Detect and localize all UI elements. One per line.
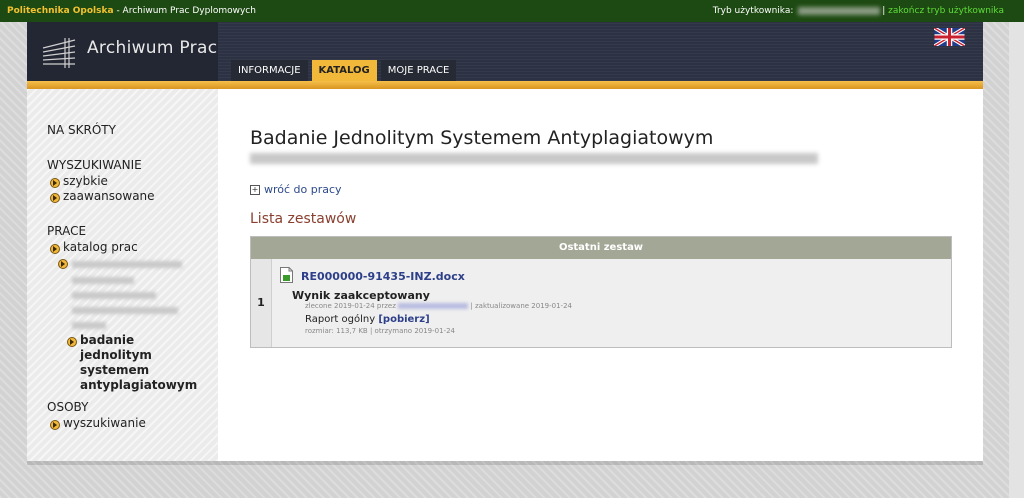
tab-katalog[interactable]: KATALOG xyxy=(311,60,377,81)
bullet-icon xyxy=(58,259,68,269)
table-row: RE000000-91435-INZ.docx Wynik zaakceptow… xyxy=(272,259,951,347)
sidebar-item-szybkie[interactable]: szybkie xyxy=(63,174,108,188)
sidebar-item-katalog-prac[interactable]: katalog prac xyxy=(63,240,138,254)
back-to-work-link[interactable]: + wróć do pracy xyxy=(250,183,342,196)
download-link[interactable]: [pobierz] xyxy=(378,314,429,325)
row-number: 1 xyxy=(251,259,272,347)
sidebar-item-zaawansowane[interactable]: zaawansowane xyxy=(63,189,155,203)
file-link[interactable]: RE000000-91435-INZ.docx xyxy=(301,270,465,283)
accent-strip xyxy=(27,81,983,89)
end-user-mode-link[interactable]: zakończ tryb użytkownika xyxy=(888,6,1004,16)
logo-text: Archiwum Prac xyxy=(87,38,218,58)
updated-text: | zaktualizowane 2019-01-24 xyxy=(470,302,572,310)
sidebar-shortcuts[interactable]: NA SKRÓTY xyxy=(47,123,116,137)
brand-name[interactable]: Politechnika Opolska xyxy=(7,6,114,16)
report-label: Raport ogólny xyxy=(305,314,376,325)
top-bar: Politechnika Opolska - Archiwum Prac Dyp… xyxy=(0,0,1024,22)
result-status: Wynik zaakceptowany xyxy=(292,289,430,302)
sidebar: NA SKRÓTY WYSZUKIWANIE szybkie zaawansow… xyxy=(27,89,218,461)
user-mode-label: Tryb użytkownika: xyxy=(712,6,794,16)
blurred-user xyxy=(398,303,469,309)
bullet-icon xyxy=(50,193,60,203)
page-scrollbar[interactable] xyxy=(1009,22,1024,498)
back-link-label: wróć do pracy xyxy=(264,183,342,196)
panel-shadow xyxy=(27,461,983,465)
bullet-icon xyxy=(50,244,60,254)
sidebar-item-current[interactable]: badanie jednolitym systemem antyplagiato… xyxy=(80,333,208,393)
ordered-text: zlecone 2019-01-24 przez xyxy=(305,302,396,310)
sets-table: Ostatni zestaw 1 RE000000-91435-INZ.docx… xyxy=(250,236,952,348)
bullet-icon xyxy=(50,178,60,188)
uk-flag-icon[interactable] xyxy=(934,28,965,46)
bullet-icon xyxy=(67,337,77,347)
tab-moje-prace[interactable]: MOJE PRACE xyxy=(380,60,457,81)
site-title: Politechnika Opolska - Archiwum Prac Dyp… xyxy=(7,0,256,22)
main-content: Badanie Jednolitym Systemem Antyplagiato… xyxy=(218,89,983,461)
main-tabs: INFORMACJE KATALOG MOJE PRACE xyxy=(231,60,460,81)
page-title: Badanie Jednolitym Systemem Antyplagiato… xyxy=(250,127,714,149)
sidebar-works-heading: PRACE xyxy=(47,224,87,238)
blurred-thesis-title xyxy=(250,153,818,164)
header: Archiwum Prac INFORMACJE KATALOG MOJE PRAC… xyxy=(27,22,983,81)
bullet-icon xyxy=(50,420,60,430)
report-size-info: rozmiar: 113,7 KB | otrzymano 2019-01-24 xyxy=(305,327,455,335)
archive-logo-icon xyxy=(42,38,76,68)
app-name: - Archiwum Prac Dyplomowych xyxy=(116,6,256,16)
logo[interactable]: Archiwum Prac xyxy=(27,22,218,81)
tab-informacje[interactable]: INFORMACJE xyxy=(231,60,308,81)
table-header: Ostatni zestaw xyxy=(251,237,951,259)
sidebar-item-wyszukiwanie[interactable]: wyszukiwanie xyxy=(63,416,146,430)
sidebar-search-heading: WYSZUKIWANIE xyxy=(47,158,142,172)
plus-box-icon: + xyxy=(250,185,260,195)
section-title: Lista zestawów xyxy=(250,211,357,227)
general-report: Raport ogólny [pobierz] xyxy=(305,314,430,325)
order-meta: zlecone 2019-01-24 przez | zaktualizowan… xyxy=(305,302,572,310)
user-mode: Tryb użytkownika: | zakończ tryb użytkow… xyxy=(712,6,1004,16)
sidebar-people-heading: OSOBY xyxy=(47,400,89,414)
blurred-username xyxy=(798,6,881,15)
document-icon xyxy=(280,267,293,283)
